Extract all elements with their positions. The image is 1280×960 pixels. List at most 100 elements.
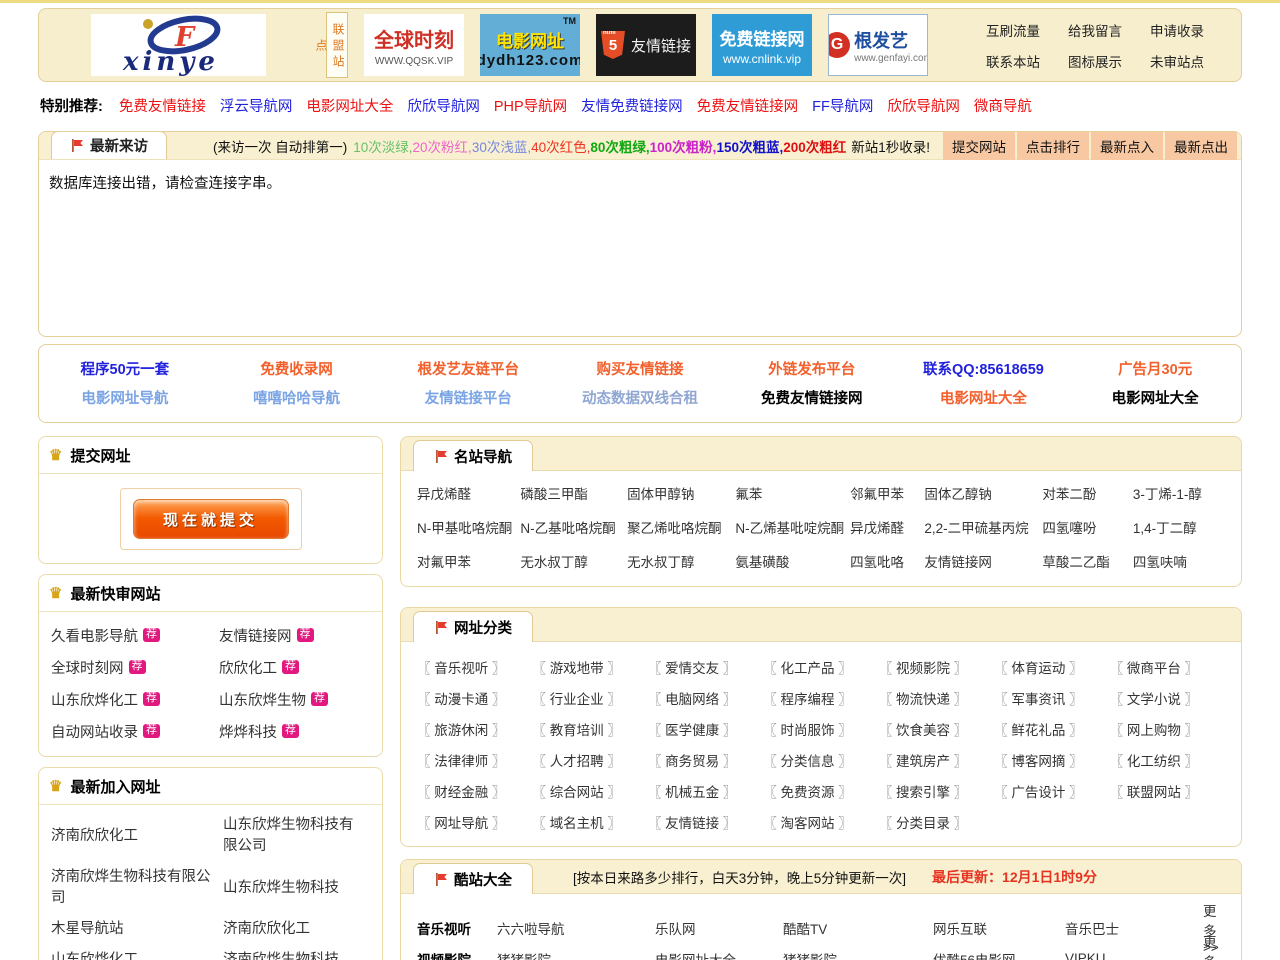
category-link[interactable]: 人才招聘 [532,750,647,770]
header-link[interactable]: 联系本站 [986,51,1040,71]
site-link[interactable]: 济南欣欣化工 [223,914,370,945]
site-link[interactable]: 四氢吡咯 [850,551,924,571]
site-link[interactable]: 对苯二酚 [1042,483,1132,503]
visitors-action-button[interactable]: 最新点入 [1091,132,1163,160]
site-link[interactable]: 友情链接网 [219,625,292,646]
category-link[interactable]: 教育培训 [532,719,647,739]
site-link[interactable]: N-乙基吡咯烷酮 [520,517,627,537]
site-link[interactable]: 六六啦导航 [497,918,655,938]
site-link[interactable]: N-甲基吡咯烷酮 [417,517,520,537]
ad-link[interactable]: 电影网址大全 [1069,387,1241,408]
category-link[interactable]: 网址导航 [417,812,532,832]
site-link[interactable]: 优酷56电影网 [933,949,1065,960]
site-link[interactable]: 济南欣烨生物科技有限公司 [51,862,223,914]
site-logo[interactable]: F xinye [91,14,266,76]
site-link[interactable]: 欣欣化工 [219,657,277,678]
site-link[interactable]: VIPKU [1065,951,1203,960]
site-link[interactable]: 山东欣烨生物 [219,689,306,710]
category-link[interactable]: 博客网摘 [994,750,1109,770]
category-link[interactable]: 淘客网站 [763,812,878,832]
category-link[interactable]: 物流快递 [879,688,994,708]
category-link[interactable]: 行业企业 [532,688,647,708]
site-link[interactable]: 友情链接网 [924,551,1042,571]
site-link[interactable]: 固体甲醇钠 [627,483,735,503]
site-link[interactable]: 四氢噻吩 [1042,517,1132,537]
visitors-action-button[interactable]: 点击排行 [1017,132,1089,160]
banner-dydh123[interactable]: TM 电影网址 dydh123.com [480,14,580,76]
site-link[interactable]: 山东欣烨生物科技 [223,873,370,904]
ad-link[interactable]: 广告月30元 [1069,358,1241,379]
header-link[interactable]: 互刷流量 [986,20,1040,40]
recommend-link[interactable]: 欣欣导航网 [887,95,960,116]
category-link[interactable]: 域名主机 [532,812,647,832]
category-link[interactable]: 电脑网络 [648,688,763,708]
site-link[interactable]: 济南欣烨生物科技 [223,945,370,960]
category-link[interactable]: 分类信息 [763,750,878,770]
site-link[interactable]: 草酸二乙酯 [1042,551,1132,571]
ad-link[interactable]: 免费友情链接网 [726,387,898,408]
site-link[interactable]: 无水叔丁醇 [627,551,735,571]
site-link[interactable]: 山东欣烨化工 [51,689,138,710]
category-link[interactable]: 医学健康 [648,719,763,739]
category-link[interactable]: 化工纺织 [1110,750,1225,770]
banner-qqsk[interactable]: 全球时刻 WWW.QQSK.VIP [364,14,464,76]
site-link[interactable]: N-乙烯基吡啶烷酮 [735,517,850,537]
ad-link[interactable]: 免费收录网 [211,358,383,379]
site-link[interactable]: 聚乙烯吡咯烷酮 [627,517,735,537]
cool-category-label[interactable]: 视频影院 [417,949,497,960]
category-link[interactable]: 鲜花礼品 [994,719,1109,739]
recommend-link[interactable]: 免费友情链接 [119,95,206,116]
ad-link[interactable]: 联系QQ:85618659 [898,358,1070,379]
category-link[interactable]: 网上购物 [1110,719,1225,739]
ad-link[interactable]: 外链发布平台 [726,358,898,379]
more-link[interactable]: 更多>> [1203,931,1225,960]
site-link[interactable]: 山东欣烨生物科技有限公司 [223,810,370,862]
category-link[interactable]: 动漫卡通 [417,688,532,708]
site-link[interactable]: 异戊烯醛 [850,517,924,537]
ad-link[interactable]: 嘻嘻哈哈导航 [211,387,383,408]
category-link[interactable]: 旅游休闲 [417,719,532,739]
site-link[interactable]: 电影网址大全 [655,949,783,960]
ad-link[interactable]: 动态数据双线合租 [554,387,726,408]
header-link[interactable]: 未审站点 [1150,51,1204,71]
category-link[interactable]: 综合网站 [532,781,647,801]
recommend-link[interactable]: 免费友情链接网 [697,95,799,116]
site-link[interactable]: 对氟甲苯 [417,551,520,571]
site-link[interactable]: 3-丁烯-1-醇 [1133,483,1225,503]
header-link[interactable]: 给我留言 [1068,20,1122,40]
banner-html5-links[interactable]: html 5 友情链接 [596,14,696,76]
site-link[interactable]: 济南欣欣化工 [51,821,223,852]
site-link[interactable]: 邻氟甲苯 [850,483,924,503]
site-link[interactable]: 猪猪影院 [497,949,655,960]
category-link[interactable]: 广告设计 [994,781,1109,801]
site-link[interactable]: 乐队网 [655,918,783,938]
ad-link[interactable]: 根发艺友链平台 [382,358,554,379]
recommend-link[interactable]: 电影网址大全 [306,95,393,116]
site-link[interactable]: 氨基磺酸 [735,551,850,571]
banner-genfayi[interactable]: G 根发艺 www.genfayi.com [828,14,928,76]
submit-now-button[interactable]: 现在就提交 [133,499,289,539]
category-link[interactable]: 时尚服饰 [763,719,878,739]
category-link[interactable]: 搜索引擎 [879,781,994,801]
site-link[interactable]: 音乐巴士 [1065,918,1203,938]
site-link[interactable]: 木星导航站 [51,914,223,945]
recommend-link[interactable]: 浮云导航网 [220,95,293,116]
site-link[interactable]: 四氢呋喃 [1133,551,1225,571]
category-link[interactable]: 法律律师 [417,750,532,770]
category-link[interactable]: 商务贸易 [648,750,763,770]
ad-link[interactable]: 电影网址导航 [39,387,211,408]
site-link[interactable]: 氟苯 [735,483,850,503]
category-link[interactable]: 饮食美容 [879,719,994,739]
recommend-link[interactable]: FF导航网 [812,95,873,116]
category-link[interactable]: 军事资讯 [994,688,1109,708]
category-link[interactable]: 微商平台 [1110,657,1225,677]
recommend-link[interactable]: 欣欣导航网 [407,95,480,116]
site-link[interactable]: 山东欣烨化工 [51,945,223,960]
site-link[interactable]: 固体乙醇钠 [924,483,1042,503]
category-link[interactable]: 程序编程 [763,688,878,708]
category-link[interactable]: 友情链接 [648,812,763,832]
site-link[interactable]: 烨烨科技 [219,721,277,742]
category-link[interactable]: 分类目录 [879,812,994,832]
category-link[interactable]: 视频影院 [879,657,994,677]
category-link[interactable]: 音乐视听 [417,657,532,677]
